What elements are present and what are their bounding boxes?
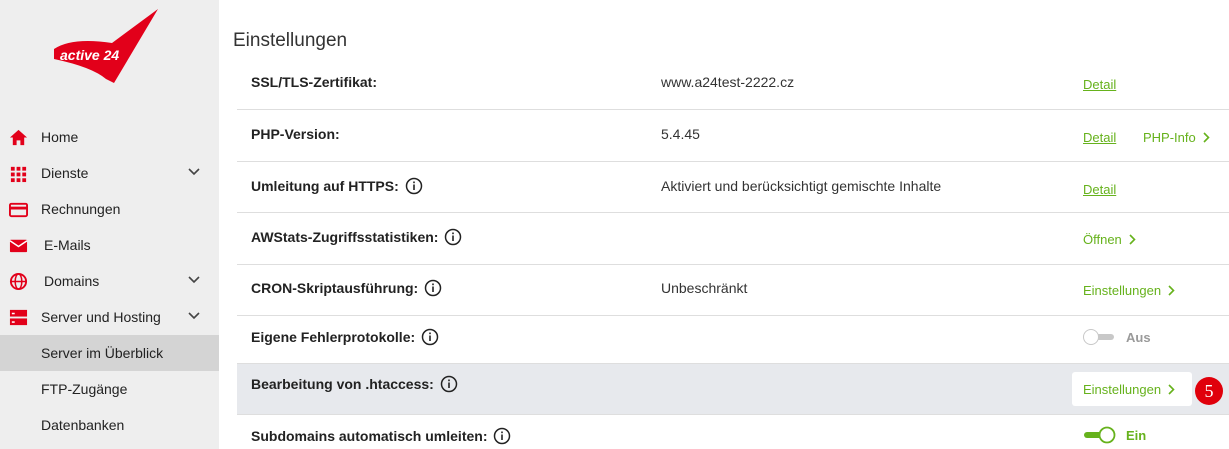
sidebar-item-label: Server und Hosting	[41, 309, 161, 325]
sidebar-item-label: Home	[41, 129, 79, 145]
sidebar-item-label: Dienste	[41, 165, 89, 181]
sidebar-item-rechnungen[interactable]: Rechnungen	[0, 191, 219, 227]
toggle-state-label: Ein	[1126, 427, 1147, 443]
error-logs-toggle[interactable]: Aus	[1082, 328, 1151, 346]
settings-list: SSL/TLS-Zertifikat: www.a24test-2222.cz …	[237, 57, 1229, 449]
grid-icon	[10, 166, 27, 183]
active24-logo[interactable]: active 24	[52, 7, 162, 87]
chevron-right-icon	[1203, 132, 1210, 143]
server-icon	[9, 309, 28, 326]
htaccess-settings-link[interactable]: Einstellungen	[1083, 382, 1175, 397]
setting-row-subdomains: Subdomains automatisch umleiten: Ein	[237, 415, 1229, 449]
home-icon	[9, 129, 28, 146]
svg-text:active 24: active 24	[60, 47, 119, 63]
setting-label: Bearbeitung von .htaccess:	[251, 375, 458, 393]
setting-value: 5.4.45	[661, 126, 700, 142]
sidebar-subitem-ftp[interactable]: FTP-Zugänge	[0, 371, 219, 407]
sidebar-item-domains[interactable]: Domains	[0, 263, 219, 299]
sidebar: active 24 Home Dienste Rechnungen E-Mail…	[0, 0, 219, 449]
sidebar-item-label: Domains	[44, 273, 100, 289]
sidebar-item-home[interactable]: Home	[0, 119, 219, 155]
subdomains-toggle[interactable]: Ein	[1082, 426, 1146, 444]
setting-row-error-logs: Eigene Fehlerprotokolle: Aus	[237, 316, 1229, 364]
sidebar-nav: Home Dienste Rechnungen E-Mails Domains	[0, 119, 219, 443]
detail-link[interactable]: Detail	[1083, 130, 1116, 145]
sidebar-subitem-label: FTP-Zugänge	[41, 381, 128, 397]
toggle-off-switch	[1083, 329, 1114, 345]
toggle-state-label: Aus	[1126, 329, 1151, 345]
sidebar-subitem-server-overview[interactable]: Server im Überblick	[0, 335, 219, 371]
globe-icon	[9, 272, 28, 291]
setting-label: Umleitung auf HTTPS:	[251, 177, 423, 195]
setting-label: Subdomains automatisch umleiten:	[251, 427, 511, 445]
detail-link[interactable]: Detail	[1083, 182, 1116, 197]
setting-row-awstats: AWStats-Zugriffsstatistiken: Öffnen	[237, 213, 1229, 265]
setting-label: SSL/TLS-Zertifikat:	[251, 74, 378, 90]
setting-row-htaccess: Bearbeitung von .htaccess: Einstellungen…	[237, 364, 1229, 415]
setting-value: Aktiviert und berücksichtigt gemischte I…	[661, 178, 942, 194]
setting-label: AWStats-Zugriffsstatistiken:	[251, 228, 462, 246]
open-awstats-link[interactable]: Öffnen	[1083, 232, 1136, 247]
chevron-right-icon	[1129, 234, 1136, 245]
setting-row-ssl: SSL/TLS-Zertifikat: www.a24test-2222.cz …	[237, 57, 1229, 110]
setting-value: Unbeschränkt	[661, 280, 748, 296]
envelope-icon	[9, 239, 28, 253]
setting-row-php: PHP-Version: 5.4.45 Detail PHP-Info	[237, 110, 1229, 162]
toggle-on-switch	[1084, 426, 1116, 444]
chevron-right-icon	[1168, 384, 1175, 395]
setting-value: www.a24test-2222.cz	[661, 74, 795, 90]
sidebar-subitem-label: Datenbanken	[41, 417, 125, 433]
chevron-down-icon[interactable]	[187, 167, 201, 177]
chevron-right-icon	[1168, 285, 1175, 296]
info-icon[interactable]	[405, 177, 423, 195]
sidebar-item-label: E-Mails	[44, 237, 91, 253]
credit-card-icon	[9, 202, 28, 218]
chevron-down-icon[interactable]	[187, 275, 201, 285]
info-icon[interactable]	[493, 427, 511, 445]
sidebar-item-emails[interactable]: E-Mails	[0, 227, 219, 263]
sidebar-item-label: Rechnungen	[41, 201, 121, 217]
info-icon[interactable]	[424, 279, 442, 297]
step-badge: 5	[1195, 377, 1223, 405]
setting-label: CRON-Skriptausführung:	[251, 279, 442, 297]
info-icon[interactable]	[440, 375, 458, 393]
info-icon[interactable]	[421, 328, 439, 346]
setting-label: Eigene Fehlerprotokolle:	[251, 328, 439, 346]
sidebar-subitem-databases[interactable]: Datenbanken	[0, 407, 219, 443]
php-info-link[interactable]: PHP-Info	[1143, 130, 1210, 145]
sidebar-item-dienste[interactable]: Dienste	[0, 155, 219, 191]
detail-link[interactable]: Detail	[1083, 77, 1116, 92]
cron-settings-link[interactable]: Einstellungen	[1083, 283, 1175, 298]
chevron-down-icon[interactable]	[187, 311, 201, 321]
page-title: Einstellungen	[233, 30, 348, 51]
sidebar-item-server-hosting[interactable]: Server und Hosting	[0, 299, 219, 335]
setting-row-https: Umleitung auf HTTPS: Aktiviert und berüc…	[237, 162, 1229, 213]
sidebar-subitem-label: Server im Überblick	[41, 345, 164, 361]
setting-label: PHP-Version:	[251, 126, 340, 142]
info-icon[interactable]	[444, 228, 462, 246]
setting-row-cron: CRON-Skriptausführung: Unbeschränkt Eins…	[237, 265, 1229, 316]
